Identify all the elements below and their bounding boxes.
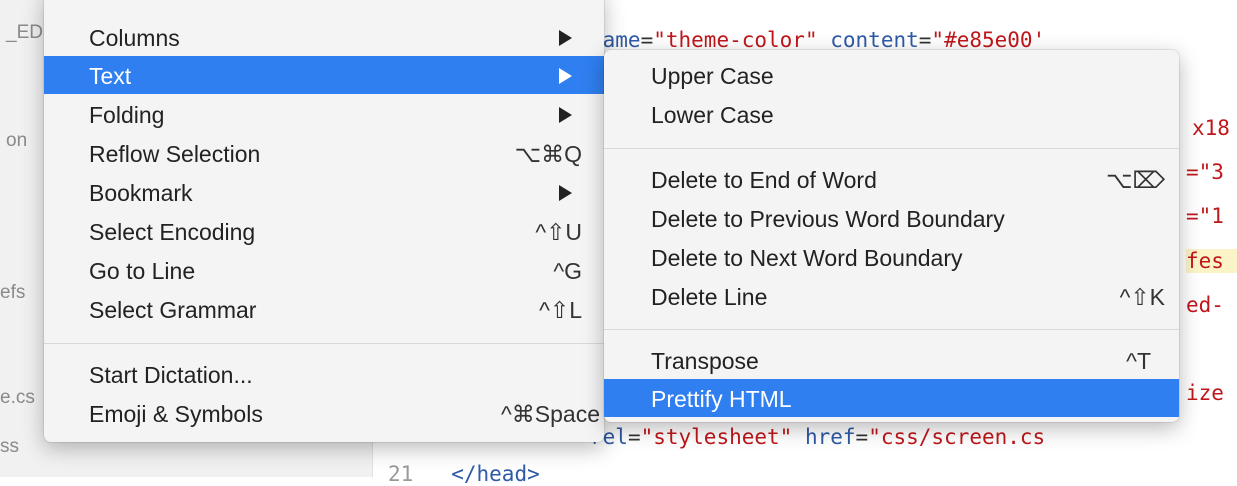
menu-item-label: Start Dictation... [89,362,253,388]
menu-item-select-grammar[interactable]: Select Grammar ^⇧L [44,290,604,328]
submenu-item-delete-to-previous-word-boundary[interactable]: Delete to Previous Word Boundary [604,199,1179,237]
code-line: 21 </head> [388,462,540,486]
menu-item-label: Select Grammar [89,297,257,323]
menu-separator [604,148,1179,149]
menu-item-label: Delete to Previous Word Boundary [651,206,1005,232]
code-line: fes [1186,249,1237,273]
menu-item-label: Lower Case [651,102,774,128]
menu-item-shortcut: ^T [1126,348,1151,374]
menu-item-label: Delete to End of Word [651,167,877,193]
line-number: 21 [388,462,414,486]
submenu-item-upper-case[interactable]: Upper Case [604,56,1179,94]
menu-item-shortcut: ⌥⌦ [1105,167,1165,193]
menu-item-select-encoding[interactable]: Select Encoding ^⇧U [44,212,604,250]
menu-item-label: Columns [89,25,180,51]
code-line: name="theme-color" content="#e85e00' [590,28,1046,52]
menu-item-text[interactable]: Text [44,56,604,94]
menu-item-label: Bookmark [89,180,193,206]
submenu-arrow-icon [559,185,572,201]
menu-item-columns[interactable]: Columns [44,18,604,56]
menu-separator [604,329,1179,330]
menu-separator [44,343,604,344]
submenu-arrow-icon [559,30,572,46]
submenu-item-delete-line[interactable]: Delete Line ^⇧K [604,277,1179,315]
menu-item-label: Folding [89,102,165,128]
menu-item-reflow-selection[interactable]: Reflow Selection ⌥⌘Q [44,134,604,172]
menu-item-label: Select Encoding [89,219,256,245]
text-submenu: Upper Case Lower Case Delete to End of W… [604,50,1179,422]
menu-item-label: Text [89,63,132,89]
menu-item-shortcut: ^⇧K [1119,284,1165,310]
context-menu: Columns Text Folding Reflow Selection ⌥⌘… [44,0,604,442]
menu-item-start-dictation[interactable]: Start Dictation... [44,355,604,393]
menu-item-label: Reflow Selection [89,141,261,167]
submenu-arrow-icon [559,107,572,123]
code-line: x18 [1192,116,1230,140]
menu-item-label: Go to Line [89,258,196,284]
menu-item-label: Prettify HTML [651,386,792,412]
menu-item-folding[interactable]: Folding [44,95,604,133]
menu-item-shortcut: ^⇧U [535,219,582,245]
menu-item-shortcut: ^⌘Space [500,401,600,427]
code-line: ize [1186,381,1224,405]
menu-item-shortcut: ^G [553,258,582,284]
submenu-item-transpose[interactable]: Transpose ^T [604,341,1179,379]
code-line: rel="stylesheet" href="css/screen.cs [590,425,1046,449]
menu-item-bookmark[interactable]: Bookmark [44,173,604,211]
menu-item-label: Upper Case [651,63,774,89]
code-line: ed- [1186,293,1224,317]
menu-item-shortcut: ^⇧L [539,297,582,323]
menu-item-shortcut: ⌥⌘Q [514,141,582,167]
menu-item-label: Delete Line [651,284,768,310]
submenu-item-delete-to-end-of-word[interactable]: Delete to End of Word ⌥⌦ [604,160,1179,198]
code-line: ="3 [1186,160,1224,184]
menu-item-label: Transpose [651,348,759,374]
code-line: ="1 [1186,204,1224,228]
submenu-item-lower-case[interactable]: Lower Case [604,95,1179,133]
menu-item-label: Emoji & Symbols [89,401,263,427]
menu-item-go-to-line[interactable]: Go to Line ^G [44,251,604,289]
code-tag: </head> [451,462,540,486]
submenu-item-prettify-html[interactable]: Prettify HTML [604,379,1179,417]
submenu-arrow-icon [559,68,572,84]
submenu-item-delete-to-next-word-boundary[interactable]: Delete to Next Word Boundary [604,238,1179,276]
menu-item-emoji-symbols[interactable]: Emoji & Symbols ^⌘Space [44,394,604,432]
menu-item-label: Delete to Next Word Boundary [651,245,963,271]
